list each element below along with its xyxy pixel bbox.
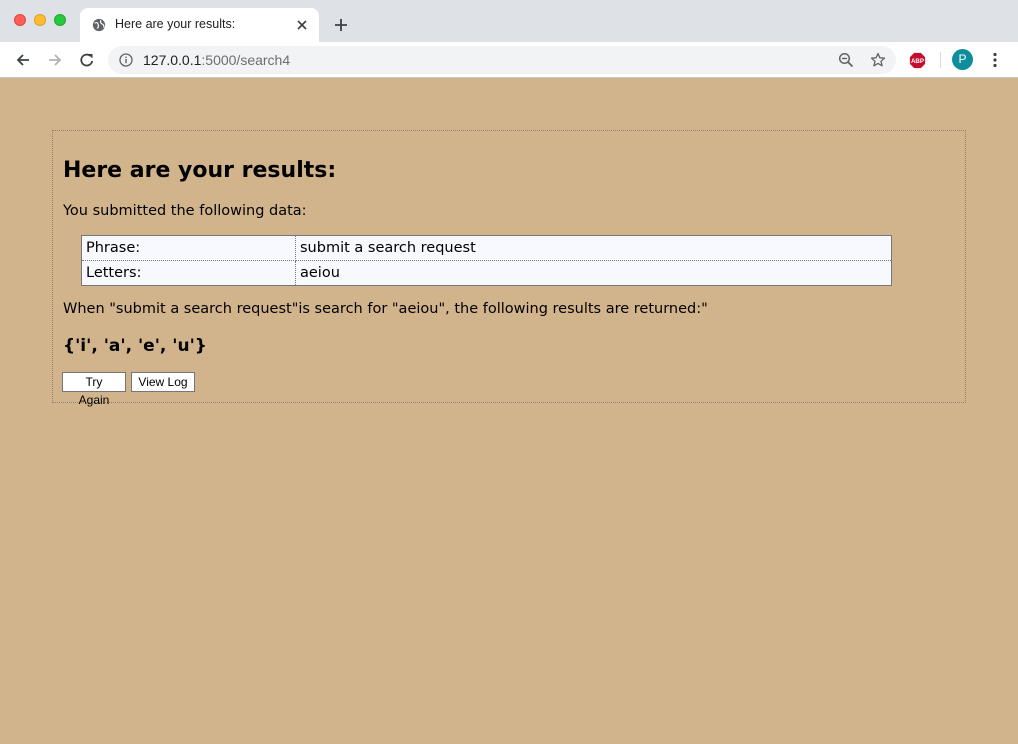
result-set: {'i', 'a', 'e', 'u'} — [63, 336, 207, 356]
url-host: 127.0.0.1 — [143, 52, 202, 68]
table-row: Phrase: submit a search request — [81, 235, 892, 261]
result-sentence: When "submit a search request"is search … — [63, 301, 708, 317]
intro-text: You submitted the following data: — [63, 203, 307, 219]
toolbar-separator — [940, 52, 941, 68]
adblock-plus-icon[interactable]: ABP — [909, 52, 926, 69]
close-window-button[interactable] — [14, 14, 26, 26]
bookmark-star-icon[interactable] — [870, 52, 886, 68]
globe-icon — [92, 18, 106, 32]
table-row: Letters: aeiou — [81, 260, 892, 286]
letters-label: Letters: — [81, 260, 296, 286]
browser-window: Here are your results: 127.0.0.1:5000/se… — [0, 0, 1018, 744]
reload-icon[interactable] — [78, 51, 96, 69]
url-path: :5000/search4 — [201, 52, 291, 68]
tab-title: Here are your results: — [115, 17, 236, 31]
new-tab-icon[interactable] — [332, 16, 350, 34]
maximize-window-button[interactable] — [54, 14, 66, 26]
browser-toolbar: 127.0.0.1:5000/search4 ABP P — [0, 42, 1018, 78]
letters-value: aeiou — [295, 260, 892, 286]
close-tab-icon[interactable] — [295, 18, 309, 32]
view-log-button[interactable]: View Log — [131, 372, 195, 392]
try-again-button[interactable]: Try Again — [62, 372, 126, 407]
phrase-value: submit a search request — [295, 235, 892, 261]
address-bar[interactable]: 127.0.0.1:5000/search4 — [108, 46, 896, 74]
submitted-data-table: Phrase: submit a search request Letters:… — [81, 235, 892, 286]
info-icon[interactable] — [119, 53, 133, 67]
minimize-window-button[interactable] — [34, 14, 46, 26]
back-arrow-icon[interactable] — [14, 51, 32, 69]
forward-arrow-icon[interactable] — [46, 51, 64, 69]
abp-label: ABP — [911, 58, 924, 65]
results-panel: Here are your results: You submitted the… — [52, 130, 966, 407]
zoom-icon[interactable] — [838, 52, 854, 68]
phrase-label: Phrase: — [81, 235, 296, 261]
tab-strip: Here are your results: — [0, 0, 1018, 42]
more-options-icon[interactable] — [986, 51, 1004, 69]
url-text: 127.0.0.1:5000/search4 — [143, 52, 290, 68]
profile-avatar[interactable]: P — [952, 49, 973, 70]
page-title: Here are your results: — [63, 158, 337, 183]
browser-tab[interactable]: Here are your results: — [80, 8, 319, 42]
page-content: Here are your results: You submitted the… — [0, 78, 1018, 744]
